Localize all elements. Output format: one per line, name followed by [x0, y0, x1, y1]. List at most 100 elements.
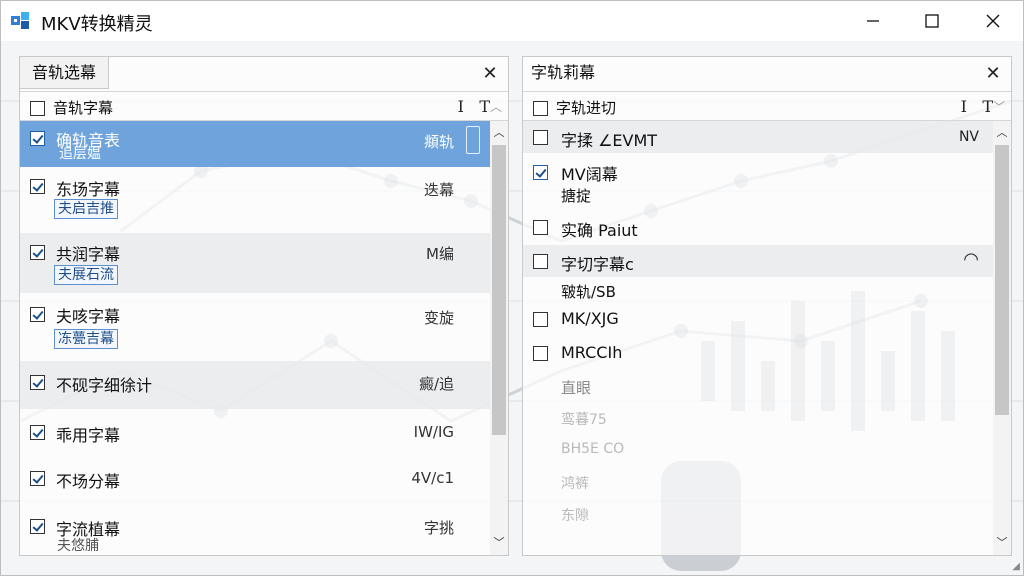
audio-track-list: 确轨音表 追层媪 頫轨 东场字幕 夫启吉推 迭幕 共润字幕 夫展石流 M编 夫咳… — [20, 121, 490, 555]
track-value: 頫轨 — [423, 133, 454, 151]
list-item: BH5E CO — [523, 435, 993, 465]
track-name: 实确 Paiut — [561, 221, 638, 240]
list-item[interactable]: 不场分幕 4V/c1 — [20, 459, 490, 505]
vertical-scrollbar[interactable]: ︿ ﹀ — [993, 121, 1011, 555]
track-name: MV阔幕 — [561, 165, 618, 184]
track-name: 乖用字幕 — [56, 426, 121, 445]
track-checkbox[interactable] — [533, 254, 548, 269]
track-checkbox[interactable] — [533, 312, 548, 327]
track-name: 东场字幕 — [56, 180, 121, 199]
select-all-checkbox[interactable] — [533, 101, 548, 116]
track-name: 夫咳字幕 — [56, 307, 121, 326]
faded-item: 鸿裤 — [561, 476, 589, 492]
chevron-up-icon[interactable]: ︿ — [490, 98, 502, 115]
maximize-button[interactable] — [902, 1, 962, 41]
list-item[interactable]: 实确 Paiut — [523, 211, 993, 243]
panel-title: 字轨莉幕 — [531, 63, 596, 82]
italic-tool-icon[interactable]: I — [961, 97, 967, 116]
minimize-icon — [867, 20, 879, 22]
track-checkbox[interactable] — [30, 425, 45, 440]
list-item[interactable]: MK/XJG — [523, 303, 993, 335]
track-sub: 皲轨/SB — [561, 283, 616, 301]
maximize-icon — [925, 14, 939, 28]
list-item[interactable]: 确轨音表 追层媪 頫轨 — [20, 121, 490, 167]
scroll-thumb[interactable] — [492, 145, 506, 435]
track-sub: 夫悠脯 — [57, 538, 99, 554]
list-item[interactable]: MRCCIh — [523, 337, 993, 369]
track-name: MK/XJG — [561, 309, 619, 328]
tab-audio-tracks[interactable]: 音轨选幕 — [20, 57, 110, 89]
chevron-down-icon[interactable]: ﹀ — [993, 533, 1011, 551]
track-value: 4V/c1 — [411, 469, 454, 487]
track-checkbox[interactable] — [533, 346, 548, 361]
list-header: 字轨进切 I T ﹀ — [523, 91, 1011, 121]
row-handle[interactable] — [466, 126, 480, 154]
eye-icon[interactable]: ◠ — [963, 249, 979, 270]
track-checkbox[interactable] — [30, 245, 45, 260]
track-sub: 夫展石流 — [54, 265, 118, 285]
list-item-sub: 皲轨/SB — [523, 277, 993, 303]
chevron-up-icon[interactable]: ︿ — [490, 123, 508, 141]
list-item[interactable]: MV阔幕 搪掟 — [523, 155, 993, 209]
track-value: 癜/追 — [418, 375, 454, 393]
track-value: NV — [958, 129, 979, 145]
track-checkbox[interactable] — [30, 375, 45, 390]
track-checkbox[interactable] — [30, 307, 45, 322]
chevron-down-icon[interactable]: ﹀ — [993, 98, 1005, 115]
text-tool-icon[interactable]: T — [982, 97, 993, 116]
list-item[interactable]: 不砚字细徐计 癜/追 — [20, 361, 490, 409]
audio-track-panel: 音轨选幕 ✕ 音轨字幕 I T ︿ 确轨音表 追层媪 頫轨 东场字幕 夫启吉推 … — [19, 56, 509, 556]
track-value: 字挑 — [423, 519, 454, 537]
minimize-button[interactable] — [843, 1, 903, 41]
list-item: 鸾暮75 — [523, 403, 993, 433]
list-item[interactable]: 字揉 ∠EVMT NV — [523, 121, 993, 153]
list-item: 直眼 — [523, 371, 993, 401]
app-logo-icon — [11, 12, 29, 29]
list-item: 东隙 — [523, 499, 993, 529]
vertical-scrollbar[interactable]: ︿ ﹀ — [490, 121, 508, 555]
title-bar: MKV转换精灵 — [1, 1, 1023, 41]
text-tool-icon[interactable]: T — [479, 97, 490, 116]
track-sub: 冻甍吉幕 — [54, 329, 118, 349]
track-value: 变旋 — [423, 309, 454, 327]
list-item[interactable]: 字流植幕 夫悠脯 字挑 — [20, 507, 490, 555]
track-checkbox[interactable] — [30, 179, 45, 194]
chevron-up-icon[interactable]: ︿ — [993, 123, 1011, 141]
list-item[interactable]: 共润字幕 夫展石流 M编 — [20, 233, 490, 293]
track-value: M编 — [426, 245, 454, 263]
close-panel-button[interactable]: ✕ — [480, 63, 500, 84]
list-item: 鸿裤 — [523, 467, 993, 497]
track-name: 字切字幕c — [561, 255, 634, 274]
header-label: 音轨字幕 — [53, 99, 114, 117]
select-all-checkbox[interactable] — [30, 101, 45, 116]
scroll-thumb[interactable] — [995, 145, 1009, 415]
subtitle-track-panel: 字轨莉幕 ✕ 字轨进切 I T ﹀ 字揉 ∠EVMT NV MV阔幕 搪掟 实确… — [522, 56, 1012, 556]
close-icon — [986, 14, 1000, 28]
list-item[interactable]: 乖用字幕 IW/IG — [20, 411, 490, 459]
subtitle-track-list: 字揉 ∠EVMT NV MV阔幕 搪掟 实确 Paiut 字切字幕c ◠ 皲轨/… — [523, 121, 993, 555]
faded-item: 鸾暮75 — [561, 412, 607, 428]
track-checkbox[interactable] — [533, 165, 548, 180]
track-checkbox[interactable] — [30, 471, 45, 486]
track-checkbox[interactable] — [30, 519, 45, 534]
list-item[interactable]: 东场字幕 夫启吉推 迭幕 — [20, 173, 490, 233]
header-label: 字轨进切 — [556, 99, 617, 117]
track-name: 不场分幕 — [56, 472, 121, 491]
track-checkbox[interactable] — [30, 131, 45, 146]
track-sub: 夫启吉推 — [54, 199, 118, 219]
list-item[interactable]: 夫咳字幕 冻甍吉幕 变旋 — [20, 295, 490, 359]
track-value: 迭幕 — [423, 181, 454, 199]
chevron-down-icon[interactable]: ﹀ — [490, 533, 508, 551]
track-checkbox[interactable] — [533, 220, 548, 235]
faded-item: 直眼 — [561, 379, 592, 397]
close-panel-button[interactable]: ✕ — [983, 63, 1003, 84]
list-header: 音轨字幕 I T ︿ — [20, 91, 508, 121]
italic-tool-icon[interactable]: I — [458, 97, 464, 116]
resize-grip-icon[interactable]: ◢ — [1012, 561, 1020, 572]
track-checkbox[interactable] — [533, 130, 548, 145]
list-item[interactable]: 字切字幕c ◠ — [523, 245, 993, 277]
track-name: 共润字幕 — [56, 245, 121, 264]
faded-item: BH5E CO — [561, 441, 625, 457]
close-window-button[interactable] — [963, 1, 1023, 41]
app-window: MKV转换精灵 音轨选幕 ✕ 音轨字幕 I T ︿ 确轨音表 追层媪 頫轨 东场… — [0, 0, 1024, 576]
